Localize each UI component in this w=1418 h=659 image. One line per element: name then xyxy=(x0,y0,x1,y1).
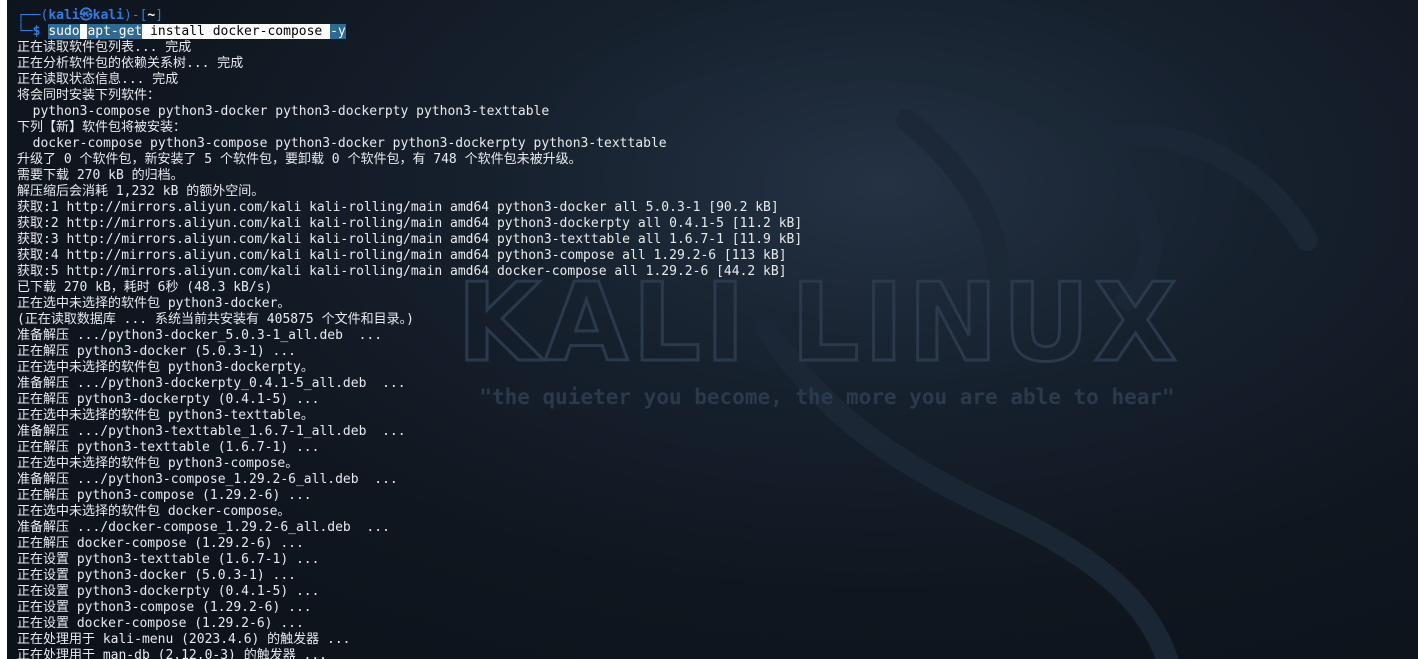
output-line: 升级了 0 个软件包，新安装了 5 个软件包，要卸载 0 个软件包，有 748 … xyxy=(17,152,582,167)
prompt-line-top: ┌──(kali㉿kali)-[~] xyxy=(17,8,802,24)
command-args[interactable]: install docker-compose xyxy=(142,24,331,39)
output-line: 获取:1 http://mirrors.aliyun.com/kali kali… xyxy=(17,200,779,215)
output-line: 正在分析软件包的依赖关系树... 完成 xyxy=(17,56,244,71)
prompt-corner-top: ┌──( xyxy=(17,8,49,23)
command-flag[interactable]: -y xyxy=(330,24,346,39)
output-line: 已下载 270 kB，耗时 6秒 (48.3 kB/s) xyxy=(17,280,273,295)
output-line: 正在解压 python3-compose (1.29.2-6) ... xyxy=(17,488,312,503)
output-line: 正在选中未选择的软件包 python3-texttable。 xyxy=(17,408,314,423)
output-line: 获取:5 http://mirrors.aliyun.com/kali kali… xyxy=(17,264,787,279)
prompt-corner-bottom: └─ xyxy=(17,24,33,39)
output-line: 正在解压 python3-texttable (1.6.7-1) ... xyxy=(17,440,320,455)
output-line: 正在选中未选择的软件包 python3-dockerpty。 xyxy=(17,360,314,375)
terminal-window[interactable]: KALI LINUX "the quieter you become, the … xyxy=(7,0,1418,659)
output-line: 正在读取状态信息... 完成 xyxy=(17,72,179,87)
output-line: (正在读取数据库 ... 系统当前共安装有 405875 个文件和目录。) xyxy=(17,312,414,327)
output-line: 正在设置 python3-docker (5.0.3-1) ... xyxy=(17,568,296,583)
output-line: 正在解压 python3-docker (5.0.3-1) ... xyxy=(17,344,296,359)
output-line: 正在设置 python3-texttable (1.6.7-1) ... xyxy=(17,552,320,567)
output-line: 正在选中未选择的软件包 docker-compose。 xyxy=(17,504,291,519)
prompt-symbol: $ xyxy=(32,24,49,39)
prompt-dir-close: ] xyxy=(155,8,164,23)
output-line: 获取:3 http://mirrors.aliyun.com/kali kali… xyxy=(17,232,803,247)
output-line: 准备解压 .../python3-texttable_1.6.7-1_all.d… xyxy=(17,424,406,439)
prompt-dir-open: )-[ xyxy=(123,8,148,23)
output-line: 准备解压 .../python3-dockerpty_0.4.1-5_all.d… xyxy=(17,376,406,391)
output-line: 正在设置 docker-compose (1.29.2-6) ... xyxy=(17,616,304,631)
output-line: 正在选中未选择的软件包 python3-docker。 xyxy=(17,296,291,311)
output-line: 正在设置 python3-dockerpty (0.4.1-5) ... xyxy=(17,584,320,599)
prompt-user-host: kali㉿kali xyxy=(48,8,124,23)
output-line: 下列【新】软件包将被安装： xyxy=(17,120,187,135)
output-line: 正在读取软件包列表... 完成 xyxy=(17,40,192,55)
command-output: 正在读取软件包列表... 完成 正在分析软件包的依赖关系树... 完成 正在读取状态… xyxy=(17,40,802,659)
output-line: 正在处理用于 kali-menu (2023.4.6) 的触发器 ... xyxy=(17,632,351,647)
output-line: 获取:2 http://mirrors.aliyun.com/kali kali… xyxy=(17,216,803,231)
prompt-line-command: └─$ sudo apt-get install docker-compose … xyxy=(17,24,802,40)
output-line: 正在解压 docker-compose (1.29.2-6) ... xyxy=(17,536,304,551)
output-line: 准备解压 .../python3-compose_1.29.2-6_all.de… xyxy=(17,472,398,487)
output-line: 正在选中未选择的软件包 python3-compose。 xyxy=(17,456,299,471)
output-line: 获取:4 http://mirrors.aliyun.com/kali kali… xyxy=(17,248,787,263)
output-line: 解压缩后会消耗 1,232 kB 的额外空间。 xyxy=(17,184,265,199)
terminal-output: ┌──(kali㉿kali)-[~] └─$ sudo apt-get inst… xyxy=(17,8,802,659)
output-line: 需要下载 270 kB 的归档。 xyxy=(17,168,184,183)
command-apt-get[interactable]: apt-get xyxy=(87,24,143,39)
output-line: 正在解压 python3-dockerpty (0.4.1-5) ... xyxy=(17,392,320,407)
output-line: 准备解压 .../docker-compose_1.29.2-6_all.deb… xyxy=(17,520,390,535)
output-line: 正在设置 python3-compose (1.29.2-6) ... xyxy=(17,600,312,615)
output-line: python3-compose python3-docker python3-d… xyxy=(17,104,550,119)
output-line: 将会同时安装下列软件： xyxy=(17,88,161,103)
output-line: 正在处理用于 man-db (2.12.0-3) 的触发器 ... xyxy=(17,648,328,659)
command-sudo[interactable]: sudo xyxy=(48,24,80,39)
output-line: 准备解压 .../python3-docker_5.0.3-1_all.deb … xyxy=(17,328,383,343)
output-line: docker-compose python3-compose python3-d… xyxy=(17,136,667,151)
